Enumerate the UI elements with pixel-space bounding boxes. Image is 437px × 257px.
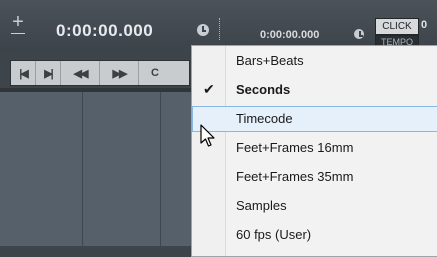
cycle-icon[interactable]: C (139, 61, 169, 85)
menu-item-feet-frames-35mm[interactable]: Feet+Frames 35mm (192, 164, 437, 190)
grid-line (82, 92, 83, 246)
menu-item-label: Samples (236, 198, 287, 213)
grid-line (160, 92, 161, 246)
menu-item-timecode[interactable]: Timecode (192, 106, 437, 132)
clock-icon-secondary[interactable] (354, 29, 364, 39)
fast-forward-icon[interactable]: ▶▶ (100, 61, 139, 85)
rewind-icon[interactable]: ◀◀ (61, 61, 100, 85)
time-format-menu: Bars+Beats ✔ Seconds Timecode Feet+Frame… (191, 45, 437, 257)
menu-item-label: 60 fps (User) (236, 227, 312, 242)
menu-item-label: Feet+Frames 35mm (236, 169, 354, 184)
clock-icon[interactable] (197, 24, 209, 36)
add-icon[interactable]: + (8, 12, 28, 36)
menu-item-60-fps-user[interactable]: 60 fps (User) (192, 222, 437, 248)
click-value: 0 (421, 19, 428, 31)
secondary-time-display[interactable]: 0:00:00.000 (260, 29, 319, 41)
menu-item-label: Feet+Frames 16mm (236, 140, 354, 155)
menu-item-bars-beats[interactable]: Bars+Beats (192, 48, 437, 74)
go-to-end-icon[interactable]: ▶| (36, 61, 61, 85)
menu-item-label: Seconds (236, 82, 291, 97)
menu-item-seconds[interactable]: ✔ Seconds (192, 77, 437, 103)
menu-item-samples[interactable]: Samples (192, 193, 437, 219)
checkmark-icon: ✔ (203, 81, 215, 97)
divider (219, 18, 221, 40)
transport-bar: + 0:00:00.000 0:00:00.000 CLICK TEMPO 0 (0, 0, 437, 50)
transport-button-strip: |◀ ▶| ◀◀ ▶▶ C (10, 60, 190, 86)
mouse-cursor-icon (200, 124, 215, 147)
menu-item-label: Timecode (236, 111, 293, 126)
go-to-start-icon[interactable]: |◀ (11, 61, 36, 85)
menu-item-feet-frames-16mm[interactable]: Feet+Frames 16mm (192, 135, 437, 161)
menu-item-label: Bars+Beats (236, 53, 304, 68)
click-button[interactable]: CLICK (375, 18, 419, 35)
primary-time-display[interactable]: 0:00:00.000 (56, 21, 153, 41)
